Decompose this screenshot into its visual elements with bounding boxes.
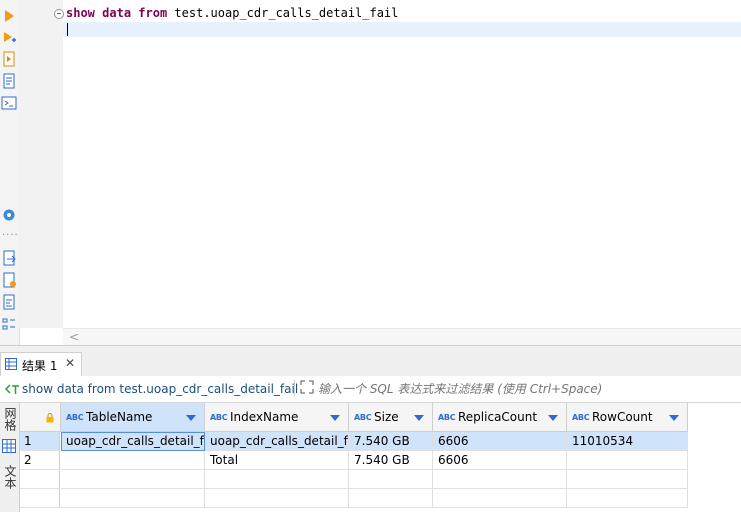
sort-dropdown-icon[interactable] bbox=[186, 415, 196, 421]
table-cell[interactable]: 6606 bbox=[433, 451, 567, 470]
results-tab-bar bbox=[0, 345, 741, 377]
empty-row bbox=[20, 489, 60, 508]
table-cell[interactable] bbox=[567, 451, 688, 470]
string-type-icon: ABC bbox=[354, 413, 372, 422]
table-cell[interactable] bbox=[61, 451, 205, 470]
lock-icon bbox=[46, 413, 54, 423]
column-header-replicacount[interactable]: ABC ReplicaCount bbox=[433, 403, 567, 432]
grid-view-icon[interactable] bbox=[2, 439, 16, 453]
table-cell[interactable]: uoap_cdr_calls_detail_fail bbox=[61, 432, 205, 451]
column-header-tablename[interactable]: ABC TableName bbox=[61, 403, 205, 432]
editor-gutter bbox=[19, 0, 63, 328]
empty-cell bbox=[433, 470, 567, 489]
string-type-icon: ABC bbox=[66, 413, 84, 422]
executed-query-text: show data from test.uoap_cdr_calls_detai… bbox=[22, 382, 299, 396]
query-link-icon bbox=[4, 384, 19, 394]
results-tab-label: 结果 1 bbox=[22, 359, 58, 373]
explain-plan-icon[interactable] bbox=[1, 73, 17, 89]
table-cell[interactable]: Total bbox=[205, 451, 349, 470]
empty-cell bbox=[567, 470, 688, 489]
string-type-icon: ABC bbox=[572, 413, 590, 422]
column-header-indexname[interactable]: ABC IndexName bbox=[205, 403, 349, 432]
sql-keyword-from: from bbox=[138, 6, 168, 20]
new-script-icon[interactable] bbox=[1, 272, 17, 288]
toolbar-separator: ···· bbox=[2, 230, 19, 241]
text-view-tab[interactable]: 文本 bbox=[2, 465, 19, 489]
sql-editor[interactable] bbox=[63, 0, 741, 328]
string-type-icon: ABC bbox=[438, 413, 456, 422]
table-cell[interactable]: 7.540 GB bbox=[349, 451, 433, 470]
text-caret bbox=[67, 23, 68, 36]
column-header-size[interactable]: ABC Size bbox=[349, 403, 433, 432]
filter-divider bbox=[294, 380, 295, 396]
result-view-tabs: 网格 文本 bbox=[0, 403, 20, 512]
row-number[interactable]: 2 bbox=[20, 451, 60, 470]
string-type-icon: ABC bbox=[210, 413, 228, 422]
sql-statement[interactable]: show data from test.uoap_cdr_calls_detai… bbox=[66, 6, 398, 20]
empty-cell bbox=[349, 470, 433, 489]
empty-cell bbox=[61, 470, 205, 489]
results-tab[interactable]: 结果 1 ✕ bbox=[0, 352, 82, 376]
table-cell[interactable]: 6606 bbox=[433, 432, 567, 451]
sort-dropdown-icon[interactable] bbox=[669, 415, 679, 421]
outline-icon[interactable] bbox=[1, 316, 17, 332]
empty-cell bbox=[205, 470, 349, 489]
table-cell[interactable]: 11010534 bbox=[567, 432, 688, 451]
sort-dropdown-icon[interactable] bbox=[330, 415, 340, 421]
expand-filter-icon[interactable] bbox=[300, 380, 314, 394]
format-sql-icon[interactable] bbox=[1, 294, 17, 310]
sort-dropdown-icon[interactable] bbox=[414, 415, 424, 421]
table-cell[interactable]: uoap_cdr_calls_detail_fail bbox=[205, 432, 349, 451]
filter-input[interactable] bbox=[318, 379, 738, 399]
empty-cell bbox=[433, 489, 567, 508]
table-cell[interactable]: 7.540 GB bbox=[349, 432, 433, 451]
empty-cell bbox=[349, 489, 433, 508]
column-header-rowcount[interactable]: ABC RowCount bbox=[567, 403, 688, 432]
row-number[interactable]: 1 bbox=[20, 432, 60, 451]
export-icon[interactable] bbox=[1, 250, 17, 266]
table-grid-icon bbox=[5, 358, 17, 370]
close-tab-icon[interactable]: ✕ bbox=[65, 356, 75, 370]
grid-view-tab[interactable]: 网格 bbox=[2, 407, 19, 431]
sql-keyword-show: show bbox=[66, 6, 95, 20]
editor-toolbar: ···· bbox=[0, 0, 20, 345]
settings-gear-icon[interactable] bbox=[1, 207, 17, 223]
sql-keyword-data: data bbox=[102, 6, 132, 20]
execute-in-new-tab-icon[interactable] bbox=[1, 30, 17, 46]
empty-cell bbox=[61, 489, 205, 508]
sql-table-name: test.uoap_cdr_calls_detail_fail bbox=[174, 6, 399, 20]
fold-toggle-icon[interactable] bbox=[54, 9, 64, 19]
execute-statement-icon[interactable] bbox=[1, 8, 17, 24]
empty-row bbox=[20, 470, 60, 489]
execute-script-icon[interactable] bbox=[1, 51, 17, 67]
current-line-highlight bbox=[63, 22, 741, 37]
row-header-corner bbox=[20, 403, 61, 432]
editor-horizontal-scrollbar[interactable]: < bbox=[63, 328, 741, 346]
sort-dropdown-icon[interactable] bbox=[548, 415, 558, 421]
open-console-icon[interactable] bbox=[1, 95, 17, 111]
empty-cell bbox=[205, 489, 349, 508]
empty-cell bbox=[567, 489, 688, 508]
scroll-left-icon[interactable]: < bbox=[69, 330, 79, 344]
